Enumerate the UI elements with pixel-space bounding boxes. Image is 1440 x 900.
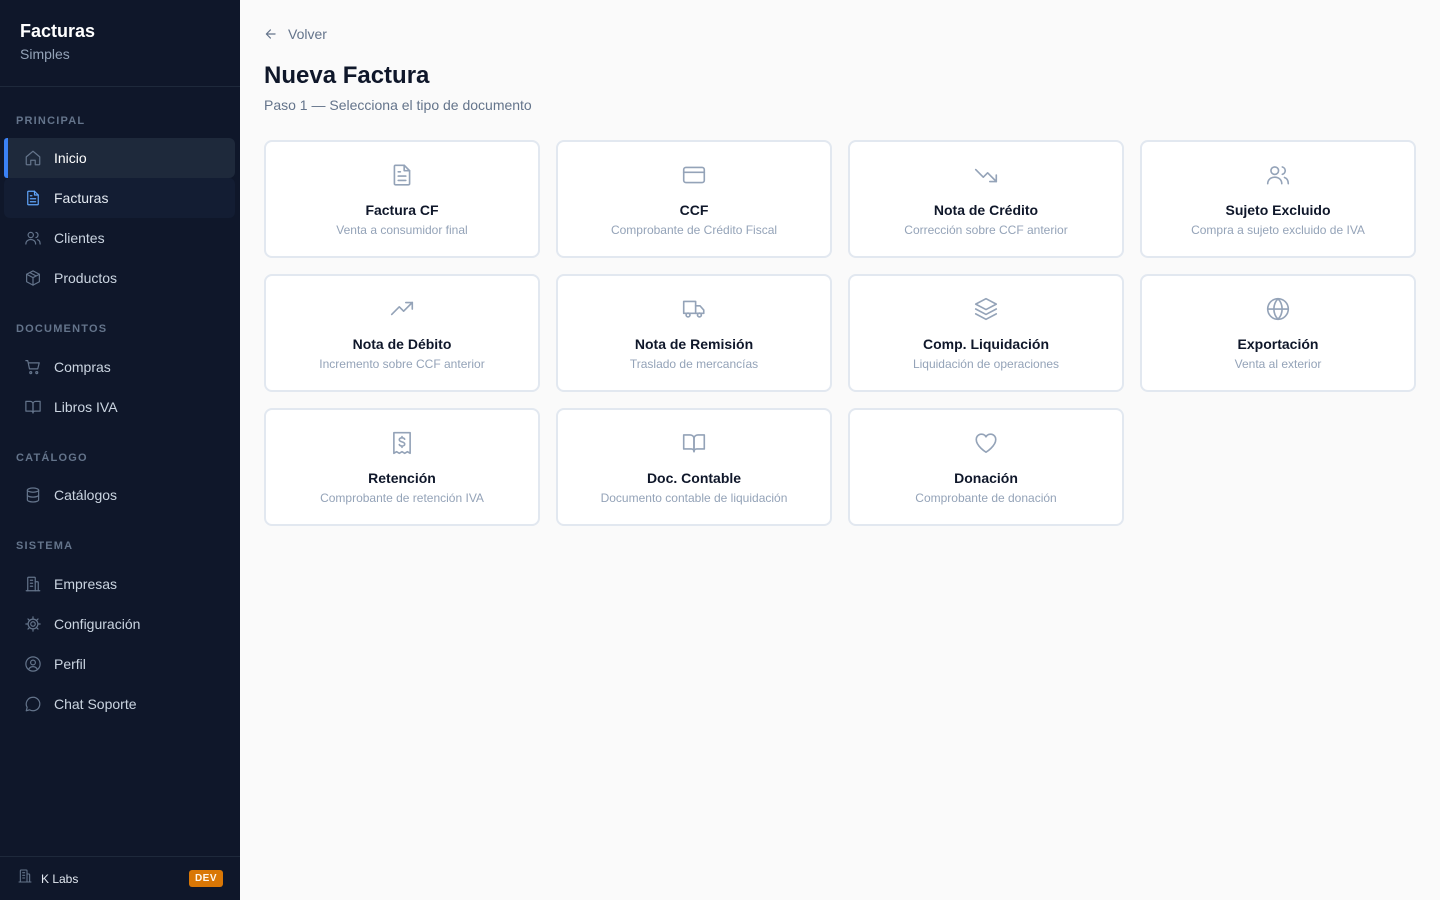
trending-up-icon [389,296,415,327]
sidebar-item-libros-iva[interactable]: Libros IVA [4,387,235,427]
card-title: Comp. Liquidación [923,336,1049,352]
truck-icon [681,296,707,327]
section-label-documentos: DOCUMENTOS [16,323,108,335]
sidebar-footer: K Labs DEV [0,856,240,900]
document-type-grid: Factura CF Venta a consumidor final CCF … [264,140,1416,526]
brand-title: Facturas [20,21,96,41]
book-open-icon [681,430,707,461]
card-title: Donación [954,470,1018,486]
doc-type-card-retencion[interactable]: Retención Comprobante de retención IVA [264,408,540,526]
sidebar-item-compras[interactable]: Compras [4,347,235,387]
sidebar-item-label: Clientes [54,230,105,246]
users-icon [1265,162,1291,193]
sidebar-item-label: Empresas [54,576,118,592]
back-label: Volver [288,26,327,42]
sidebar-item-clientes[interactable]: Clientes [4,218,235,258]
card-description: Comprobante de donación [915,491,1057,505]
doc-type-card-nota-debito[interactable]: Nota de Débito Incremento sobre CCF ante… [264,274,540,392]
card-title: Retención [368,470,436,486]
card-title: Factura CF [365,202,439,218]
database-icon [24,486,42,504]
sidebar-item-chat-soporte[interactable]: Chat Soporte [4,684,235,724]
users-icon [24,229,42,247]
card-title: CCF [679,202,709,218]
doc-type-card-factura-cf[interactable]: Factura CF Venta a consumidor final [264,140,540,258]
credit-card-icon [681,162,707,193]
card-description: Comprobante de Crédito Fiscal [610,223,778,237]
card-description: Corrección sobre CCF anterior [904,223,1068,237]
file-text-icon [389,162,415,193]
section-label-principal: PRINCIPAL [16,115,86,127]
card-title: Nota de Remisión [634,336,754,352]
doc-type-card-nota-credito[interactable]: Nota de Crédito Corrección sobre CCF ant… [848,140,1124,258]
card-description: Compra a sujeto excluido de IVA [1191,223,1365,237]
page-title: Nueva Factura [264,62,430,89]
sidebar-item-label: Configuración [54,616,141,632]
box-icon [24,269,42,287]
chat-icon [24,695,42,713]
doc-type-card-ccf[interactable]: CCF Comprobante de Crédito Fiscal [556,140,832,258]
doc-type-card-exportacion[interactable]: Exportación Venta al exterior [1140,274,1416,392]
cart-icon [24,358,42,376]
trending-down-icon [973,162,999,193]
section-label-sistema: SISTEMA [16,540,74,552]
sidebar-item-productos[interactable]: Productos [4,258,235,298]
heart-icon [973,430,999,461]
card-title: Nota de Débito [352,336,452,352]
sidebar-item-label: Libros IVA [54,399,118,415]
sidebar-item-empresas[interactable]: Empresas [4,564,235,604]
sidebar-item-label: Perfil [54,656,86,672]
doc-type-card-donacion[interactable]: Donación Comprobante de donación [848,408,1124,526]
arrow-left-icon [265,29,276,39]
brand-subtitle: Simples [20,46,70,62]
sidebar-item-label: Facturas [54,190,109,206]
globe-icon [1265,296,1291,327]
layers-icon [973,296,999,327]
sidebar-item-label: Chat Soporte [54,696,137,712]
sidebar-item-label: Productos [54,270,118,286]
card-title: Exportación [1237,336,1319,352]
sidebar-item-catalogos[interactable]: Catálogos [4,475,235,515]
file-text-icon [24,189,42,207]
sidebar-item-perfil[interactable]: Perfil [4,644,235,684]
receipt-icon [389,430,415,461]
sidebar-item-label: Compras [54,359,111,375]
book-icon [24,398,42,416]
card-title: Nota de Crédito [933,202,1039,218]
card-description: Venta a consumidor final [336,223,468,237]
main-content: Volver Nueva Factura Paso 1 — Selecciona… [240,0,1440,900]
brand: Facturas Simples [0,0,240,87]
card-title: Doc. Contable [646,470,742,486]
gear-icon [24,615,42,633]
company-name: K Labs [41,871,79,886]
card-description: Traslado de mercancías [629,357,759,371]
sidebar: Facturas Simples PRINCIPAL Inicio Factur… [0,0,240,900]
sidebar-item-inicio[interactable]: Inicio [4,138,235,178]
doc-type-card-comp-liquidacion[interactable]: Comp. Liquidación Liquidación de operaci… [848,274,1124,392]
sidebar-item-facturas[interactable]: Facturas [4,178,235,218]
building-icon [17,868,33,889]
card-description: Liquidación de operaciones [912,357,1060,371]
user-circle-icon [24,655,42,673]
card-title: Sujeto Excluido [1225,202,1331,218]
section-label-catalogo: CATÁLOGO [16,452,88,464]
card-description: Incremento sobre CCF anterior [319,357,485,371]
back-button[interactable]: Volver [264,24,327,44]
page-subtitle: Paso 1 — Selecciona el tipo de documento [264,97,532,113]
doc-type-card-doc-contable[interactable]: Doc. Contable Documento contable de liqu… [556,408,832,526]
card-description: Comprobante de retención IVA [320,491,484,505]
doc-type-card-sujeto-excluido[interactable]: Sujeto Excluido Compra a sujeto excluido… [1140,140,1416,258]
building-icon [24,575,42,593]
env-badge: DEV [188,870,223,887]
card-description: Documento contable de liquidación [600,491,788,505]
sidebar-item-label: Catálogos [54,487,118,503]
sidebar-item-label: Inicio [54,150,87,166]
doc-type-card-nota-remision[interactable]: Nota de Remisión Traslado de mercancías [556,274,832,392]
home-icon [24,149,42,167]
sidebar-item-configuracion[interactable]: Configuración [4,604,235,644]
card-description: Venta al exterior [1234,357,1322,371]
